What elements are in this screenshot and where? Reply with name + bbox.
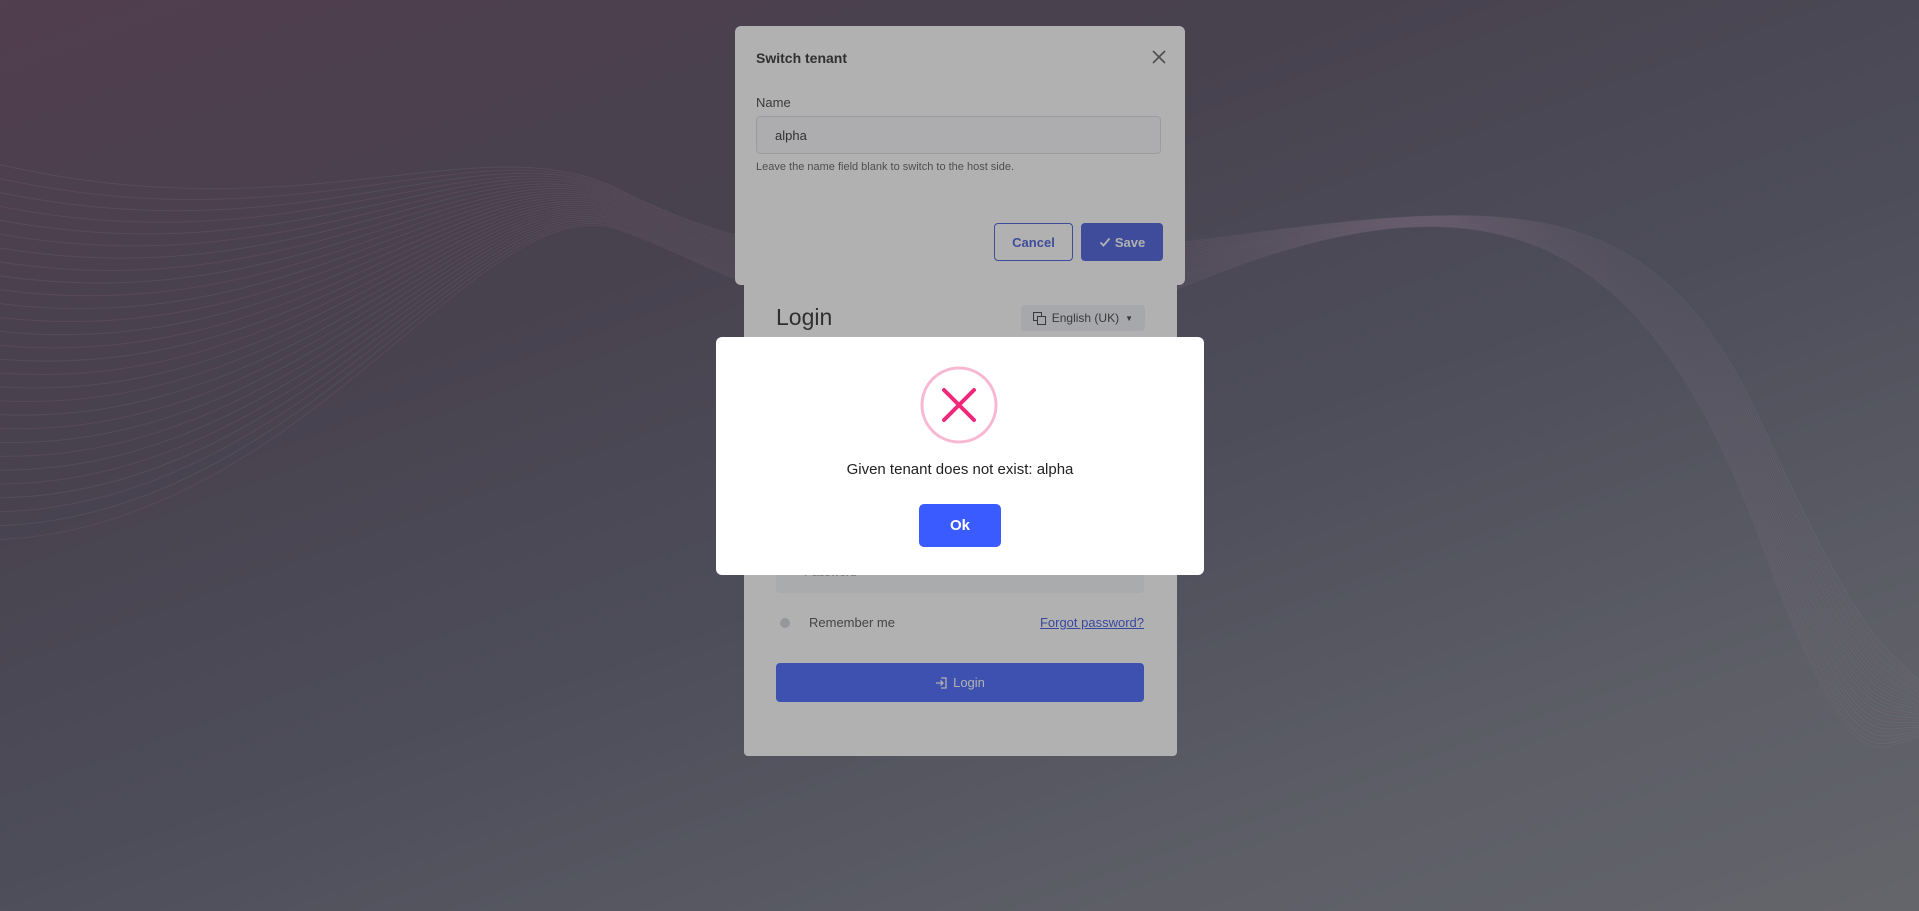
alert-message: Given tenant does not exist: alpha [846,461,1074,478]
ok-button[interactable]: Ok [919,504,1001,547]
page-background: Login English (UK) ▼ Password Remember m… [0,0,1919,911]
error-x-icon [920,366,998,444]
error-alert-dialog: Given tenant does not exist: alpha Ok [716,337,1204,575]
